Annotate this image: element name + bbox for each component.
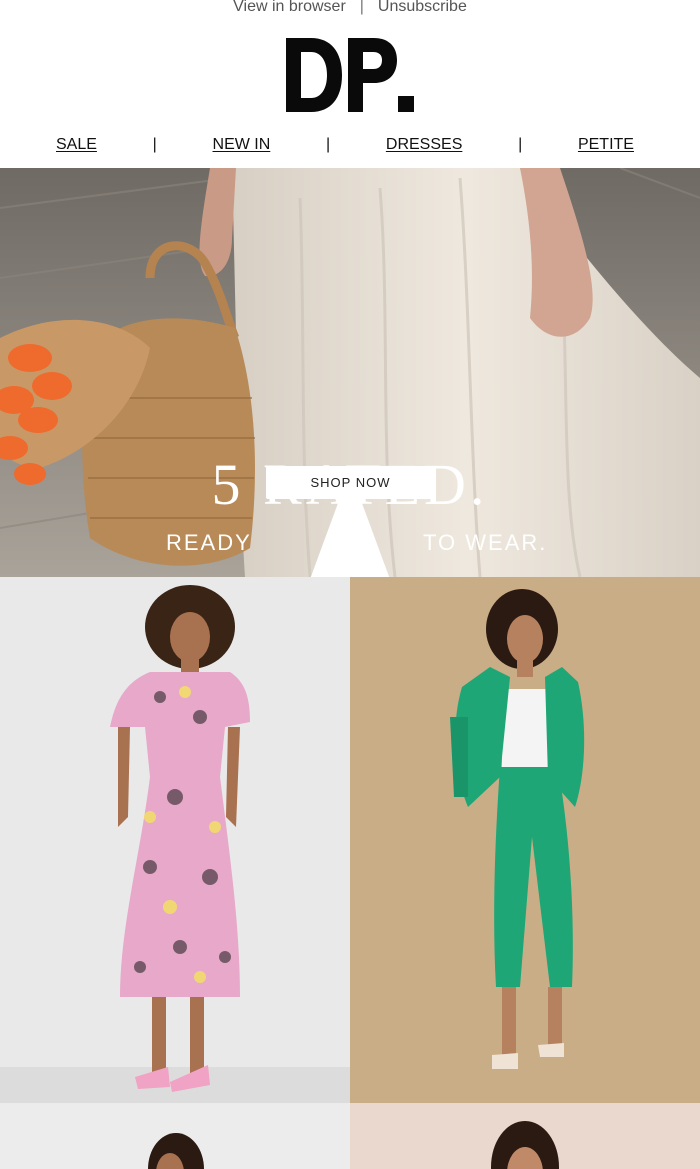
- product-tile-floral-dress[interactable]: [0, 577, 350, 1103]
- hero-subtitle-left: READY: [166, 530, 252, 555]
- product-tile-green-suit[interactable]: [350, 577, 700, 1103]
- nav-item-dresses[interactable]: DRESSES: [386, 136, 462, 154]
- hero-subtitle-right: TO WEAR.: [423, 530, 548, 555]
- main-nav: SALE | NEW IN | DRESSES | PETITE: [0, 122, 700, 168]
- nav-item-sale[interactable]: SALE: [56, 136, 97, 154]
- nav-item-petite[interactable]: PETITE: [578, 136, 634, 154]
- topbar: View in browser | Unsubscribe: [0, 0, 700, 30]
- product-image-bottom-right: [350, 1103, 700, 1169]
- green-suit-image: [350, 577, 700, 1103]
- hero-banner[interactable]: 5 RATED. READY TO WEAR.: [0, 168, 700, 577]
- product-grid: [0, 577, 700, 1169]
- floral-dress-image: [0, 577, 350, 1103]
- nav-item-new-in[interactable]: NEW IN: [213, 136, 271, 154]
- topbar-separator: |: [359, 0, 364, 15]
- nav-separator: |: [152, 136, 157, 153]
- shop-now-button[interactable]: SHOP NOW: [266, 466, 435, 499]
- logo-wrapper: [0, 30, 700, 122]
- product-image-bottom-left: [0, 1103, 350, 1169]
- product-tile-bottom-right[interactable]: [350, 1103, 700, 1169]
- email-header: View in browser | Unsubscribe SALE | NEW…: [0, 0, 700, 168]
- unsubscribe-link[interactable]: Unsubscribe: [378, 0, 467, 15]
- view-in-browser-link[interactable]: View in browser: [233, 0, 346, 15]
- nav-separator: |: [518, 136, 523, 153]
- product-tile-bottom-left[interactable]: [0, 1103, 350, 1169]
- nav-separator: |: [326, 136, 331, 153]
- dp-logo: [286, 37, 414, 112]
- brand-logo-link[interactable]: [284, 34, 416, 119]
